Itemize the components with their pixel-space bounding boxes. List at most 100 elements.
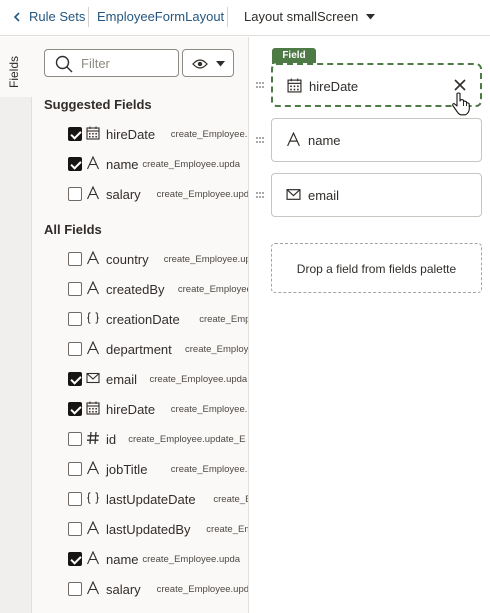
field-type-icon (86, 155, 102, 172)
form-layout-link[interactable]: EmployeeFormLayout (97, 9, 224, 25)
field-name: lastUpdateDate (106, 492, 196, 507)
chevron-down-icon[interactable] (366, 14, 375, 20)
field-name: hireDate (106, 127, 156, 142)
filter-input[interactable]: Filter (44, 49, 179, 77)
field-checkbox[interactable] (68, 582, 82, 596)
field-checkbox[interactable] (68, 252, 82, 266)
field-type-icon (86, 340, 102, 357)
text-type-icon (87, 185, 99, 200)
drag-handle-icon[interactable] (256, 192, 264, 198)
field-row-lastUpdatedBy[interactable]: lastUpdatedBy create_Emp (68, 519, 248, 539)
object-braces-icon (87, 312, 99, 324)
field-path: create_Employee.update_E (128, 434, 246, 445)
field-row-name[interactable]: name create_Employee.upda (68, 154, 248, 174)
field-name: name (106, 157, 139, 172)
all-fields-heading: All Fields (44, 222, 102, 237)
field-name: id (106, 432, 117, 447)
layout-field-card-name[interactable]: name (271, 118, 482, 162)
drop-zone[interactable]: Drop a field from fields palette (271, 243, 482, 293)
field-row-hireDate[interactable]: hireDate create_Employee.u (68, 124, 249, 144)
divider (227, 7, 228, 27)
text-type-icon (87, 280, 99, 295)
field-checkbox[interactable] (68, 342, 82, 356)
field-row-name[interactable]: name create_Employee.upda (68, 549, 248, 569)
field-row-creationDate[interactable]: creationDate create_Emplo (68, 309, 248, 329)
field-checkbox[interactable] (68, 402, 82, 416)
visibility-menu-button[interactable] (182, 49, 234, 77)
chevron-down-icon (216, 61, 225, 67)
layout-selector[interactable]: Layout smallScreen (244, 9, 358, 25)
field-type-icon (86, 401, 102, 417)
search-icon (55, 55, 73, 73)
field-type-icon (86, 491, 102, 507)
field-name: country (106, 252, 149, 267)
back-to-rule-sets-link[interactable]: Rule Sets (29, 9, 85, 25)
fields-tab-label[interactable]: Fields (7, 56, 21, 88)
field-row-country[interactable]: country create_Employee.up (68, 249, 249, 269)
side-rail (0, 37, 32, 613)
hand-cursor-icon (452, 92, 470, 116)
field-row-lastUpdateDate[interactable]: lastUpdateDate create_Em (68, 489, 248, 509)
chevron-left-icon[interactable] (13, 12, 21, 22)
filter-placeholder: Filter (81, 56, 110, 71)
text-type-icon (287, 131, 300, 147)
field-checkbox[interactable] (68, 157, 82, 171)
field-row-id[interactable]: id create_Employee.update_E (68, 429, 248, 449)
field-path: create_Emplo (199, 314, 248, 325)
field-name: salary (106, 187, 141, 202)
drag-handle-icon[interactable] (256, 137, 264, 143)
field-path: create_Employee.u (170, 129, 249, 140)
drop-zone-text: Drop a field from fields palette (296, 262, 457, 276)
field-type-icon (86, 126, 102, 142)
drag-handle-icon[interactable] (256, 82, 264, 88)
field-name: department (106, 342, 172, 357)
text-type-icon (87, 580, 99, 595)
field-type-icon (286, 131, 301, 152)
field-row-createdBy[interactable]: createdBy create_Employee (68, 279, 248, 299)
object-braces-icon (87, 492, 99, 504)
field-checkbox[interactable] (68, 187, 82, 201)
calendar-icon (86, 126, 100, 140)
field-path: create_Employee.upda (156, 189, 249, 200)
field-path: create_Emp (206, 524, 248, 535)
field-name: lastUpdatedBy (106, 522, 191, 537)
field-checkbox[interactable] (68, 552, 82, 566)
close-icon[interactable] (454, 79, 466, 91)
field-checkbox[interactable] (68, 462, 82, 476)
field-type-icon (86, 250, 102, 267)
field-checkbox[interactable] (68, 127, 82, 141)
text-type-icon (87, 250, 99, 265)
field-type-icon (86, 185, 102, 202)
field-checkbox[interactable] (68, 522, 82, 536)
field-row-salary[interactable]: salary create_Employee.upda (68, 184, 249, 204)
layout-field-card-email[interactable]: email (271, 173, 482, 217)
field-card-label: email (308, 188, 340, 203)
field-path: create_Employee.up (163, 254, 249, 265)
field-row-hireDate[interactable]: hireDate create_Employee.u (68, 399, 248, 419)
calendar-icon (86, 401, 100, 415)
field-name: hireDate (106, 402, 156, 417)
top-bar: Rule Sets EmployeeFormLayout Layout smal… (0, 0, 490, 36)
text-type-icon (87, 460, 99, 475)
field-name: createdBy (106, 282, 165, 297)
field-checkbox[interactable] (68, 372, 82, 386)
field-name: name (106, 552, 139, 567)
selected-field-tag: Field (272, 48, 316, 64)
field-type-icon (287, 78, 302, 98)
calendar-icon (287, 78, 302, 93)
field-row-jobTitle[interactable]: jobTitle create_Employee.up (68, 459, 248, 479)
field-row-salary[interactable]: salary create_Employee.upda (68, 579, 248, 599)
envelope-icon (286, 189, 301, 200)
field-row-email[interactable]: email create_Employee.upda (68, 369, 248, 389)
field-checkbox[interactable] (68, 432, 82, 446)
fields-palette: Filter Suggested Fields hireDate create_E… (32, 37, 249, 613)
text-type-icon (87, 520, 99, 535)
field-checkbox[interactable] (68, 312, 82, 326)
field-type-icon (86, 580, 102, 597)
eye-icon (192, 59, 208, 69)
field-path: create_Employee.upda (142, 159, 241, 170)
field-checkbox[interactable] (68, 282, 82, 296)
field-checkbox[interactable] (68, 492, 82, 506)
field-path: create_Employee.upda (149, 374, 248, 385)
field-row-department[interactable]: department create_Employ (68, 339, 248, 359)
